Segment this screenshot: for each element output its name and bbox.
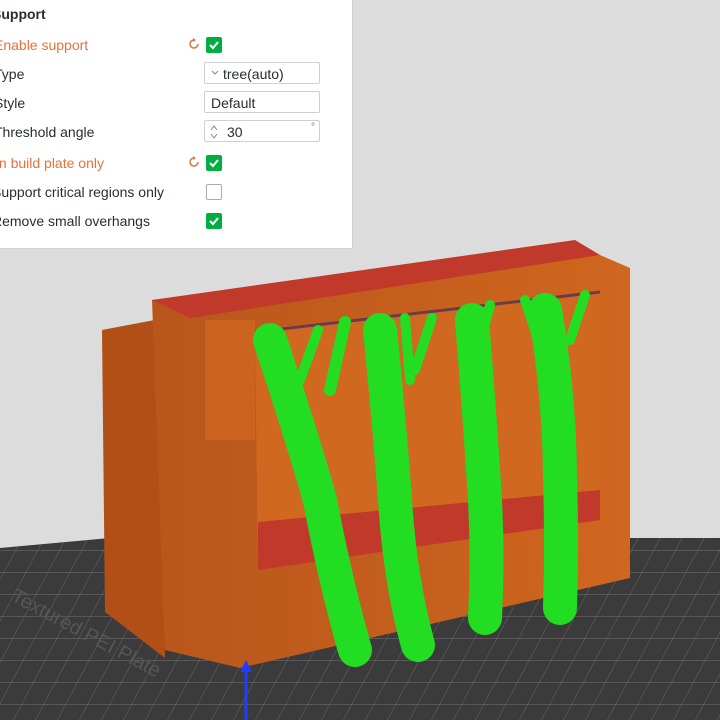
chevron-down-icon [211, 70, 219, 75]
build-plate-only-checkbox[interactable] [206, 155, 222, 171]
style-dropdown[interactable]: Default [204, 91, 320, 113]
threshold-angle-value: 30 [227, 124, 243, 140]
setting-label: Style [0, 95, 26, 111]
setting-label: Threshold angle [0, 124, 95, 140]
setting-label: Remove small overhangs [0, 213, 150, 229]
setting-on-build-plate-only: On build plate only [0, 151, 352, 175]
spinner-arrows-icon[interactable] [209, 123, 219, 141]
reset-icon[interactable] [187, 37, 201, 51]
style-value: Default [211, 95, 256, 111]
support-settings-panel: Support Enable support Type tree(auto) S… [0, 0, 353, 249]
unit-label: ° [311, 122, 315, 133]
enable-support-checkbox[interactable] [206, 37, 222, 53]
setting-enable-support: Enable support [0, 33, 352, 57]
type-value: tree(auto) [223, 66, 284, 82]
setting-style: Style Default [0, 91, 352, 115]
setting-label: Support critical regions only [0, 184, 164, 200]
check-icon [209, 217, 219, 226]
setting-threshold-angle: Threshold angle 30 ° [0, 120, 352, 144]
check-icon [209, 41, 219, 50]
setting-label: Type [0, 66, 25, 82]
setting-type: Type tree(auto) [0, 62, 352, 86]
setting-remove-small-overhangs: Remove small overhangs [0, 209, 352, 233]
setting-label: On build plate only [0, 155, 104, 171]
threshold-angle-input[interactable]: 30 ° [204, 120, 320, 142]
type-dropdown[interactable]: tree(auto) [204, 62, 320, 84]
setting-support-critical-regions: Support critical regions only [0, 180, 352, 204]
setting-label: Enable support [0, 37, 89, 53]
critical-regions-checkbox[interactable] [206, 184, 222, 200]
section-title: Support [0, 6, 46, 22]
reset-icon[interactable] [187, 155, 201, 169]
check-icon [209, 159, 219, 168]
remove-small-overhangs-checkbox[interactable] [206, 213, 222, 229]
